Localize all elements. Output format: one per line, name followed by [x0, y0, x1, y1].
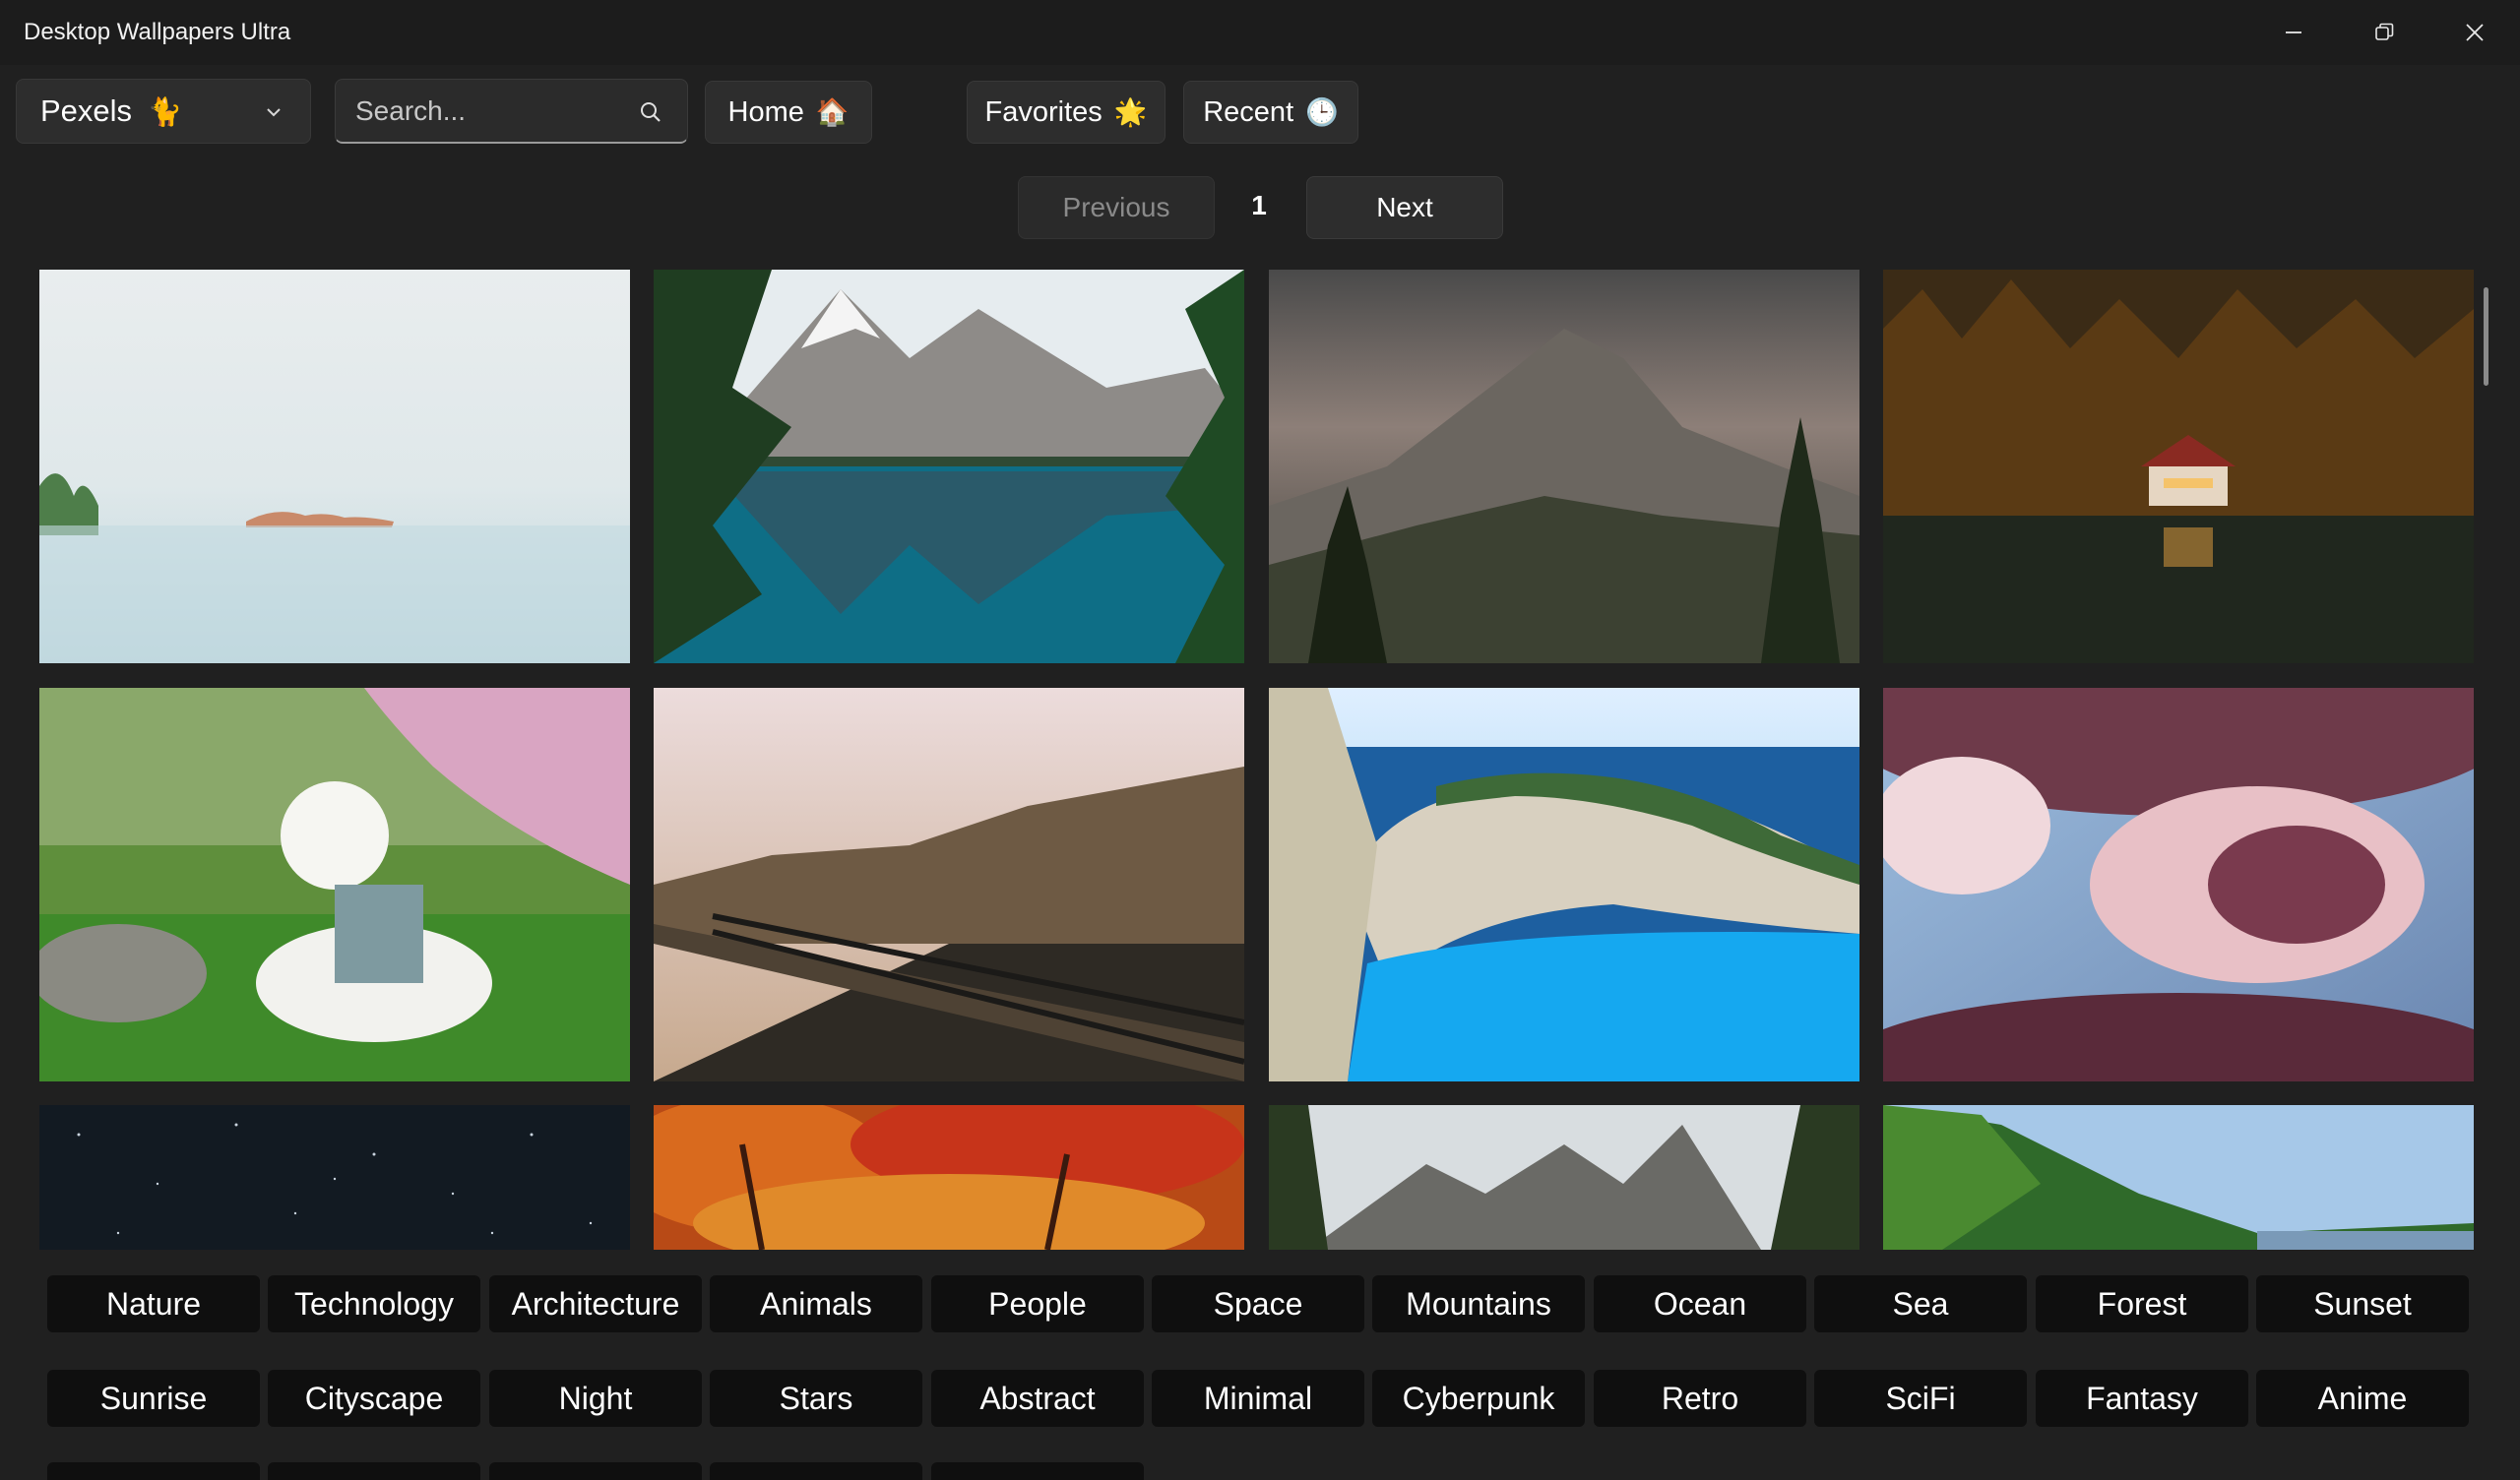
rocky-mountains-pines-image	[1269, 1105, 1859, 1250]
category-chip[interactable]: Minimal	[1152, 1370, 1364, 1427]
category-chip[interactable]: Cityscape	[268, 1370, 480, 1427]
category-chip[interactable]: Technology	[268, 1275, 480, 1332]
category-chip[interactable]: Cyberpunk	[1372, 1370, 1585, 1427]
mountain-lake-reflection-image	[654, 270, 1244, 663]
category-chip-partial[interactable]	[268, 1462, 480, 1480]
category-chip-partial[interactable]	[931, 1462, 1144, 1480]
next-button[interactable]: Next	[1306, 176, 1503, 239]
wallpaper-thumbnail[interactable]	[654, 688, 1244, 1081]
search-input[interactable]	[355, 94, 621, 127]
close-button[interactable]	[2429, 0, 2520, 65]
category-chip[interactable]: Architecture	[489, 1275, 702, 1332]
search-box[interactable]	[335, 79, 688, 144]
category-chip[interactable]: Retro	[1594, 1370, 1806, 1427]
wallpaper-thumbnail[interactable]	[39, 688, 630, 1081]
recent-label: Recent	[1203, 95, 1294, 128]
pink-clouds-sky-image	[1883, 688, 2474, 1081]
wallpaper-thumbnail[interactable]	[1269, 1105, 1859, 1250]
favorites-label: Favorites	[984, 95, 1102, 128]
wallpaper-thumbnail[interactable]	[39, 270, 630, 663]
restore-icon	[2375, 23, 2394, 40]
source-dropdown[interactable]: Pexels 🐈	[16, 79, 311, 144]
category-chip[interactable]: Space	[1152, 1275, 1364, 1332]
favorites-button[interactable]: Favorites 🌟	[967, 81, 1166, 144]
category-chip[interactable]: Nature	[47, 1275, 260, 1332]
wallpaper-gallery	[0, 258, 2520, 1250]
source-label: Pexels	[40, 93, 133, 128]
gallery-scrollbar[interactable]	[2484, 287, 2488, 386]
category-chip-partial[interactable]	[47, 1462, 260, 1480]
minimize-icon	[2286, 31, 2301, 33]
category-chip[interactable]: Mountains	[1372, 1275, 1585, 1332]
wallpaper-thumbnail[interactable]	[654, 1105, 1244, 1250]
wallpaper-thumbnail[interactable]	[1269, 270, 1859, 663]
app-title: Desktop Wallpapers Ultra	[24, 19, 291, 45]
white-dog-cherry-blossom-image	[39, 688, 630, 1081]
star-icon: 🌟	[1113, 97, 1148, 127]
category-chip[interactable]: Night	[489, 1370, 702, 1427]
wallpaper-thumbnail[interactable]	[1883, 1105, 2474, 1250]
home-label: Home	[727, 95, 804, 128]
woman-floating-calm-water-image	[39, 270, 630, 663]
navagio-beach-cove-image	[1269, 688, 1859, 1081]
category-chip[interactable]: Ocean	[1594, 1275, 1806, 1332]
previous-button[interactable]: Previous	[1018, 176, 1215, 239]
lakeside-cabin-forest-night-image	[1883, 270, 2474, 663]
wallpaper-thumbnail[interactable]	[1883, 688, 2474, 1081]
minimize-button[interactable]	[2248, 0, 2339, 65]
page-number: 1	[1251, 190, 1267, 220]
category-chip[interactable]: Stars	[710, 1370, 922, 1427]
category-chip-partial[interactable]	[710, 1462, 922, 1480]
chevron-down-icon	[267, 108, 281, 117]
category-chip[interactable]: Forest	[2036, 1275, 2248, 1332]
category-chip[interactable]: Sunset	[2256, 1275, 2469, 1332]
category-chip[interactable]: Fantasy	[2036, 1370, 2248, 1427]
category-chip[interactable]: Animals	[710, 1275, 922, 1332]
category-chip[interactable]: SciFi	[1814, 1370, 2027, 1427]
starry-night-sky-image	[39, 1105, 630, 1250]
category-chip[interactable]: People	[931, 1275, 1144, 1332]
wallpaper-thumbnail[interactable]	[654, 270, 1244, 663]
cat-icon: 🐈	[148, 95, 182, 127]
autumn-red-trees-image	[654, 1105, 1244, 1250]
category-chip[interactable]: Sea	[1814, 1275, 2027, 1332]
wallpaper-thumbnail[interactable]	[1883, 270, 2474, 663]
cloudy-mountain-peaks-image	[1269, 270, 1859, 663]
category-chip[interactable]: Sunrise	[47, 1370, 260, 1427]
house-icon: 🏠	[815, 97, 850, 127]
title-bar: Desktop Wallpapers Ultra	[0, 0, 2520, 65]
clock-icon: 🕒	[1305, 97, 1339, 127]
restore-button[interactable]	[2339, 0, 2429, 65]
category-chip[interactable]: Anime	[2256, 1370, 2469, 1427]
category-chip[interactable]: Abstract	[931, 1370, 1144, 1427]
home-button[interactable]: Home 🏠	[705, 81, 872, 144]
search-icon[interactable]	[638, 99, 663, 125]
wallpaper-thumbnail[interactable]	[1269, 688, 1859, 1081]
wallpaper-thumbnail[interactable]	[39, 1105, 630, 1250]
green-forest-hillside-image	[1883, 1105, 2474, 1250]
category-chip-partial[interactable]	[489, 1462, 702, 1480]
railway-autumn-forest-image	[654, 688, 1244, 1081]
recent-button[interactable]: Recent 🕒	[1183, 81, 1358, 144]
close-icon	[2466, 24, 2484, 41]
